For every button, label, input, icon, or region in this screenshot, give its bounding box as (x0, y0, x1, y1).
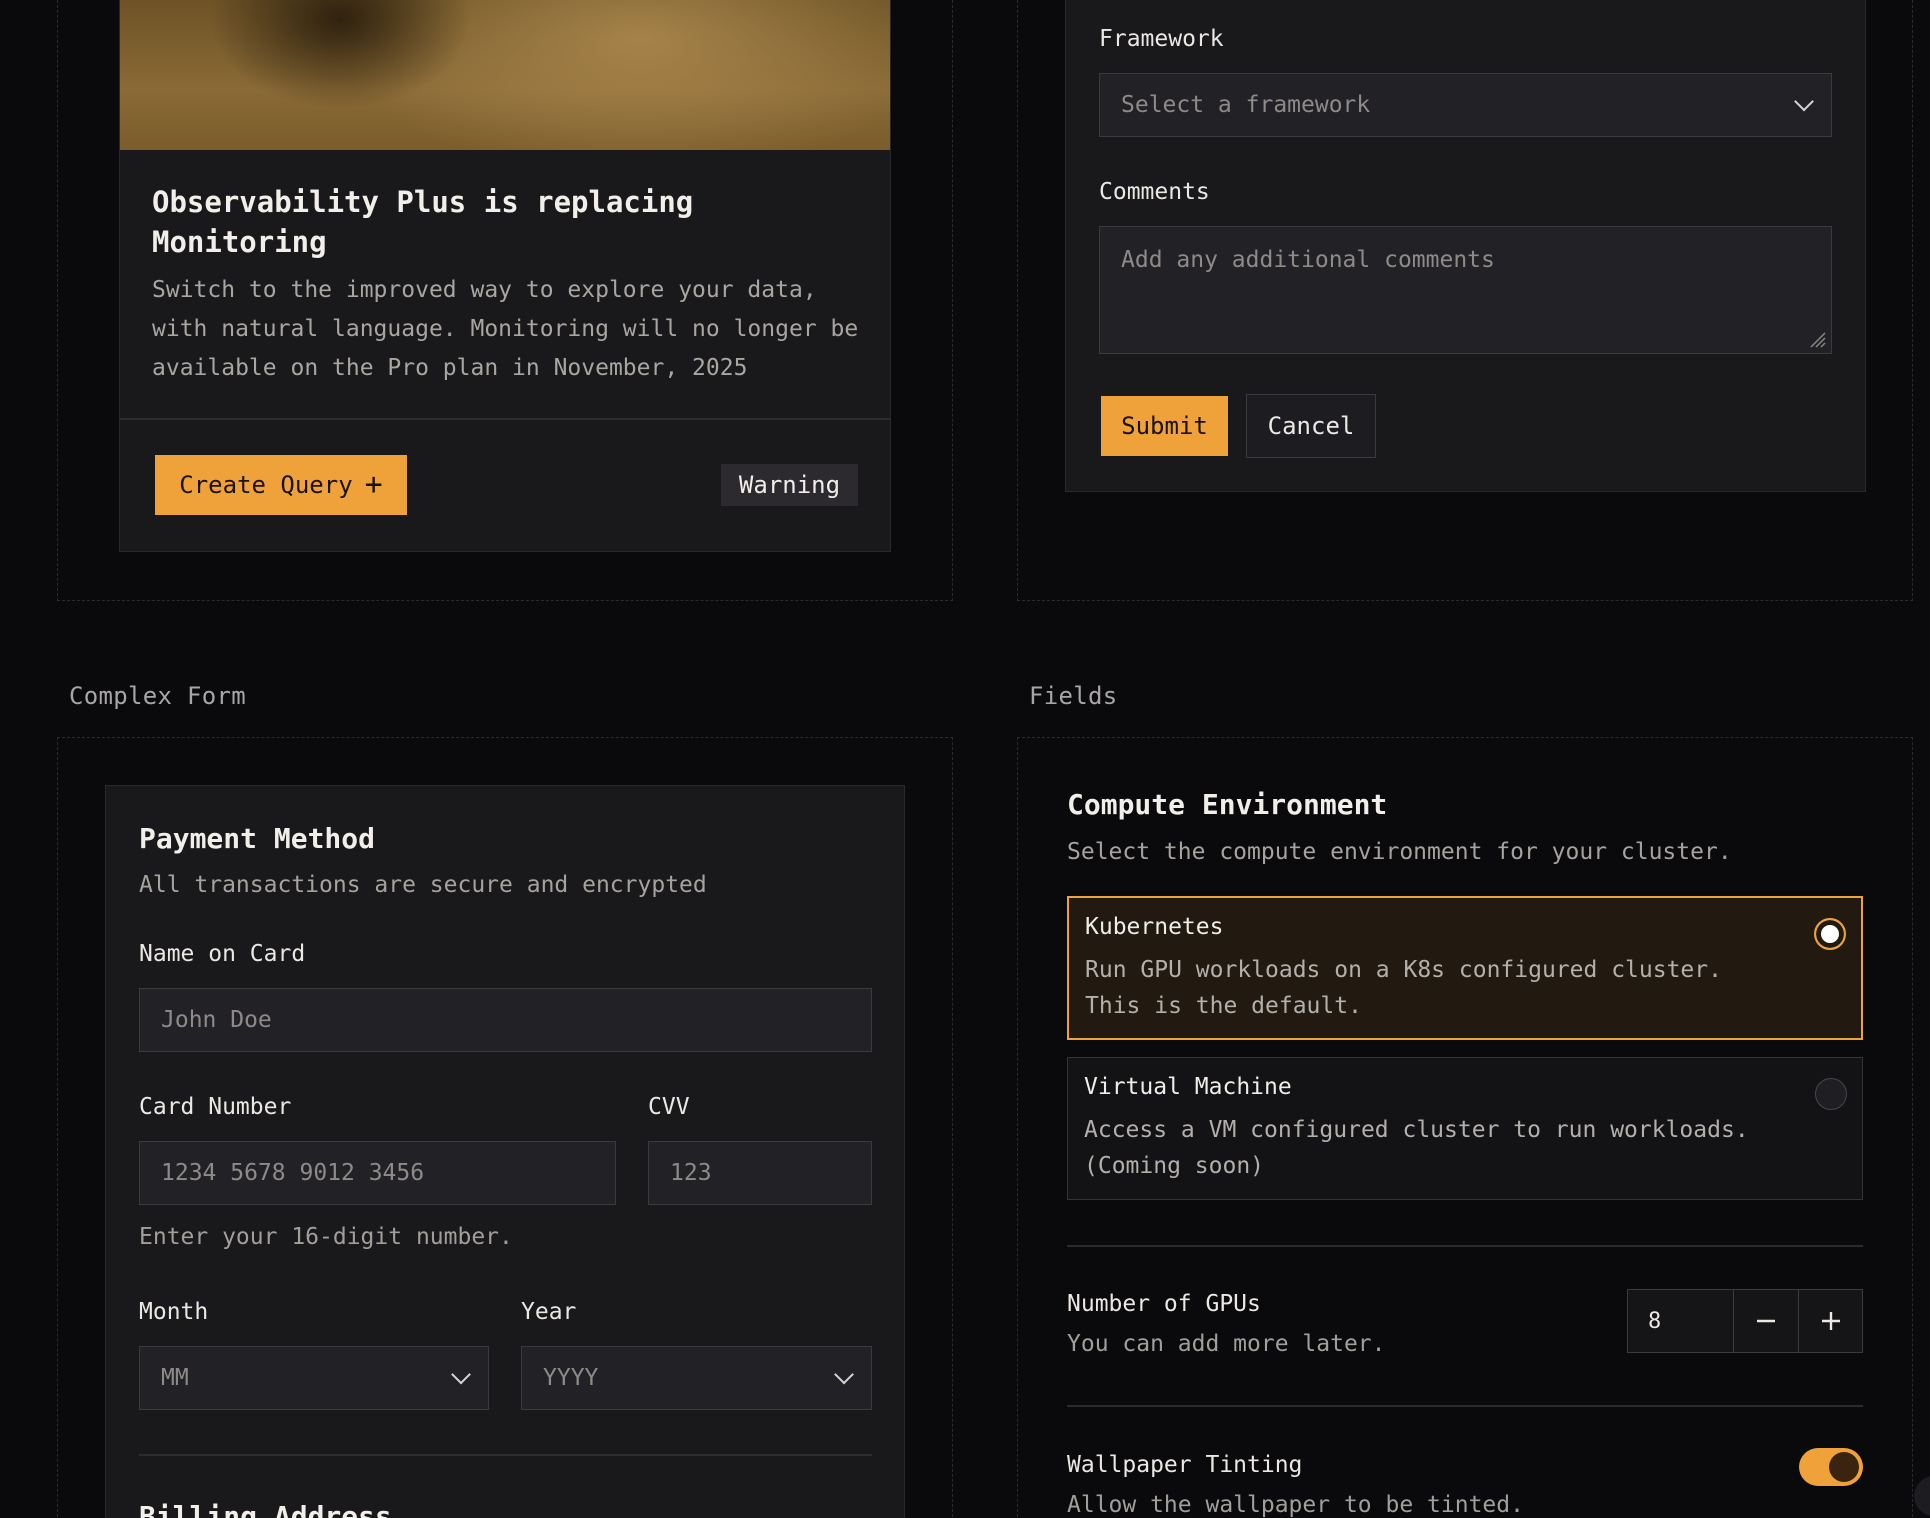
fields-divider-2 (1067, 1405, 1863, 1407)
chevron-down-icon (1794, 91, 1814, 112)
create-query-label: Create Query (179, 471, 353, 499)
gpu-count-input[interactable]: 8 (1628, 1290, 1734, 1352)
gpu-stepper: 8 (1627, 1289, 1863, 1353)
card-number-input[interactable]: 1234 5678 9012 3456 (139, 1141, 616, 1205)
framework-select[interactable]: Select a framework (1099, 73, 1832, 137)
notice-title: Observability Plus is replacing Monitori… (152, 185, 694, 259)
month-select[interactable]: MM (139, 1346, 489, 1410)
payment-card: Payment Method All transactions are secu… (105, 785, 905, 1518)
toggle-knob (1829, 1452, 1859, 1482)
year-label: Year (521, 1299, 577, 1325)
create-query-button[interactable]: Create Query + (155, 455, 407, 515)
name-on-card-input[interactable]: John Doe (139, 988, 872, 1052)
billing-address-title: Billing Address (139, 1500, 392, 1518)
year-select-value: YYYY (543, 1365, 599, 1391)
option-vm-desc: Access a VM configured cluster to run wo… (1084, 1117, 1749, 1179)
payment-title: Payment Method (139, 822, 376, 855)
option-kubernetes-desc: Run GPU workloads on a K8s configured cl… (1085, 957, 1722, 1019)
card-number-hint: Enter your 16-digit number. (139, 1224, 513, 1250)
option-kubernetes-title: Kubernetes (1085, 914, 1224, 940)
framework-select-value: Select a framework (1121, 92, 1371, 118)
year-select[interactable]: YYYY (521, 1346, 872, 1410)
radio-kubernetes[interactable] (1814, 918, 1846, 950)
comments-label: Comments (1099, 179, 1210, 205)
submit-button[interactable]: Submit (1101, 396, 1228, 456)
name-on-card-label: Name on Card (139, 941, 306, 967)
wallpaper-tinting-hint: Allow the wallpaper to be tinted. (1067, 1492, 1524, 1518)
gpus-label: Number of GPUs (1067, 1291, 1261, 1317)
month-select-value: MM (161, 1365, 189, 1391)
chevron-down-icon (834, 1364, 854, 1385)
comments-placeholder: Add any additional comments (1121, 247, 1495, 273)
option-vm-title: Virtual Machine (1084, 1074, 1292, 1100)
chevron-down-icon (451, 1364, 471, 1385)
framework-label: Framework (1099, 26, 1224, 52)
wallpaper-tinting-toggle[interactable] (1799, 1448, 1863, 1486)
decrement-button[interactable] (1734, 1290, 1798, 1352)
project-form-card: Framework Select a framework Comments Ad… (1065, 0, 1866, 492)
compute-title: Compute Environment (1067, 788, 1388, 821)
warning-badge: Warning (721, 464, 858, 506)
month-label: Month (139, 1299, 209, 1325)
notice-body: Observability Plus is replacing Monitori… (120, 150, 890, 420)
payment-subtitle: All transactions are secure and encrypte… (139, 872, 707, 898)
option-virtual-machine[interactable]: Virtual Machine Access a VM configured c… (1067, 1057, 1863, 1200)
compute-subtitle: Select the compute environment for your … (1067, 839, 1732, 865)
cvv-input[interactable]: 123 (648, 1141, 872, 1205)
option-kubernetes[interactable]: Kubernetes Run GPU workloads on a K8s co… (1067, 896, 1863, 1040)
section-label-fields: Fields (1029, 682, 1118, 710)
increment-button[interactable] (1798, 1290, 1862, 1352)
comments-textarea[interactable]: Add any additional comments (1099, 226, 1832, 354)
minus-icon (1757, 1319, 1775, 1323)
cvv-label: CVV (648, 1094, 690, 1120)
cancel-button[interactable]: Cancel (1246, 394, 1376, 458)
notice-description: Switch to the improved way to explore yo… (152, 277, 859, 381)
plus-icon (1821, 1312, 1840, 1330)
notice-card: Observability Plus is replacing Monitori… (119, 0, 891, 552)
payment-divider (139, 1454, 872, 1456)
section-label-complex-form: Complex Form (69, 682, 246, 710)
notice-image (120, 0, 890, 150)
fields-divider-1 (1067, 1245, 1863, 1247)
radio-virtual-machine[interactable] (1815, 1078, 1847, 1110)
wallpaper-tinting-label: Wallpaper Tinting (1067, 1452, 1303, 1478)
plus-icon: + (364, 467, 383, 502)
resize-grip-icon[interactable] (1805, 327, 1827, 349)
card-number-label: Card Number (139, 1094, 292, 1120)
floating-action-edge[interactable] (1914, 1476, 1930, 1516)
notice-footer-divider (120, 418, 890, 420)
gpus-hint: You can add more later. (1067, 1331, 1386, 1357)
